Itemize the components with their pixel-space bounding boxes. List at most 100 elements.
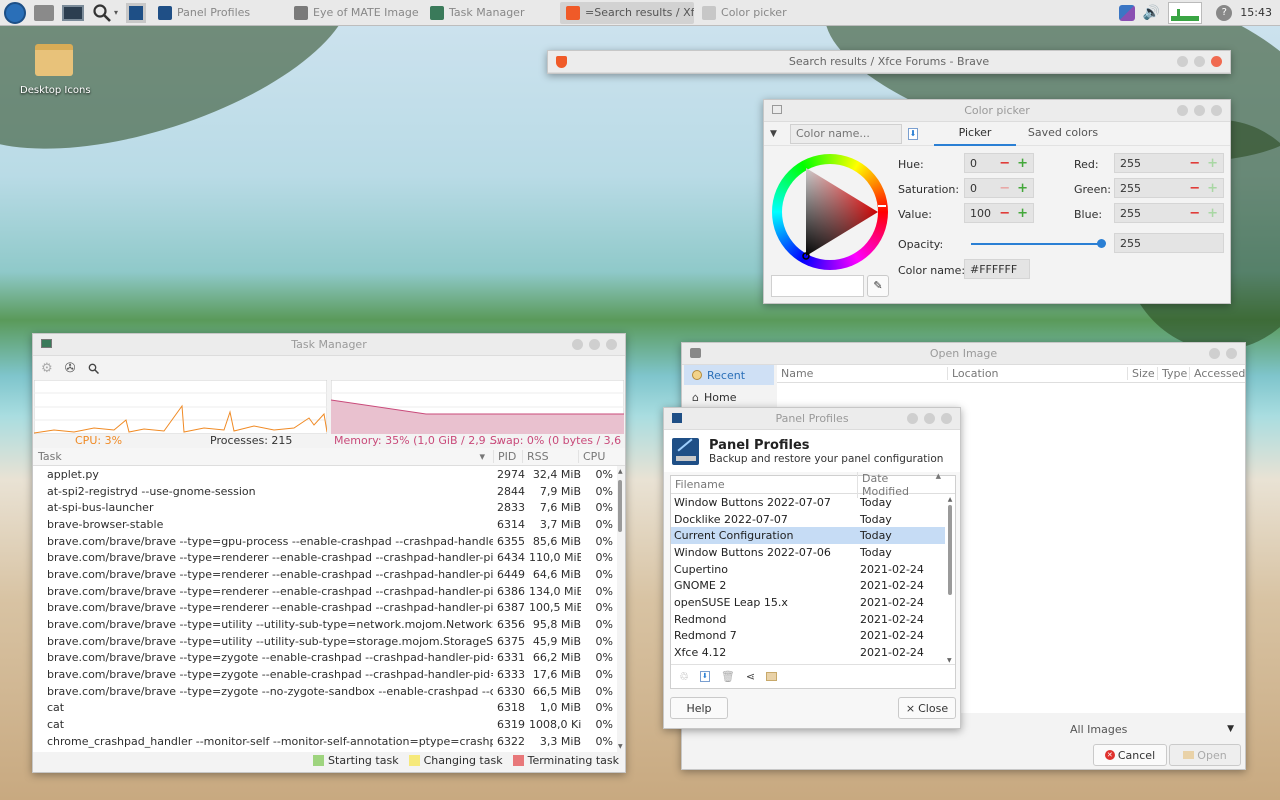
size-column-header[interactable]: Size [1127,367,1157,380]
table-row[interactable]: Current Configuration Today [671,527,945,545]
rss-column-header[interactable]: RSS [522,450,578,463]
taskbar-task-1[interactable]: Eye of MATE Image V... [288,2,422,24]
opacity-slider[interactable] [971,239,1106,248]
close-button[interactable] [1211,56,1222,67]
table-row[interactable]: brave.com/brave/brave --type=zygote --en… [33,666,617,683]
minimize-button[interactable] [572,339,583,350]
share-profile-icon[interactable]: ⋖ [746,670,755,683]
name-column-header[interactable]: Name [777,367,947,380]
saturation-increment[interactable]: + [1017,181,1028,196]
place-recent[interactable]: Recent [684,365,774,385]
save-color-button[interactable]: ⬇ [908,127,918,140]
search-launcher[interactable]: ▾ [88,0,122,26]
table-row[interactable]: openSUSE Leap 15.x 2021-02-24 [671,594,945,611]
cancel-button[interactable]: ✕ Cancel [1093,744,1167,766]
show-desktop-button[interactable] [30,0,58,26]
table-row[interactable]: GNOME 2 2021-02-24 [671,577,945,594]
table-row[interactable]: Redmond 2021-02-24 [671,611,945,628]
taskbar-task-4[interactable]: Color picker [696,2,830,24]
opacity-slider-handle[interactable] [1097,239,1106,248]
type-column-header[interactable]: Type [1157,367,1189,380]
filename-column-header[interactable]: Filename [671,478,857,491]
color-picker-titlebar[interactable]: Color picker [764,100,1230,122]
dropdown-arrow-icon[interactable]: ▼ [770,129,784,139]
maximize-button[interactable] [589,339,600,350]
media-launcher[interactable] [122,0,150,26]
file-type-filter[interactable]: All Images ▼ [1062,719,1242,739]
search-icon[interactable] [88,363,99,374]
minimize-button[interactable] [1177,105,1188,116]
accessed-column-header[interactable]: Accessed [1189,367,1245,380]
table-row[interactable]: cat 6318 1,0 MiB 0% [33,700,617,717]
desktop-icons-folder[interactable]: Desktop Icons [20,44,91,96]
panel-profiles-titlebar[interactable]: Panel Profiles [664,408,960,430]
red-spinbox[interactable]: 255− + [1114,153,1224,173]
maximize-button[interactable] [1194,105,1205,116]
terminal-launcher[interactable] [58,0,88,26]
blue-spinbox[interactable]: 255− + [1114,203,1224,223]
table-row[interactable]: brave.com/brave/brave --type=renderer --… [33,566,617,583]
maximize-button[interactable] [1209,348,1220,359]
settings-gear-icon[interactable]: ⚙ [41,361,53,376]
maximize-button[interactable] [924,413,935,424]
taskbar-task-2[interactable]: Task Manager [424,2,558,24]
table-row[interactable]: at-spi-bus-launcher 2833 7,6 MiB 0% [33,499,617,516]
place-home[interactable]: ⌂ Home [684,387,774,407]
maximize-button[interactable] [1194,56,1205,67]
close-button[interactable] [606,339,617,350]
picker-tab[interactable]: Picker [934,122,1016,146]
table-row[interactable]: brave.com/brave/brave --type=utility --u… [33,616,617,633]
task-column-header[interactable]: Task ▾ [33,450,493,463]
brave-titlebar[interactable]: Search results / Xfce Forums - Brave [548,51,1230,73]
network-tray-button[interactable] [1115,0,1139,26]
table-row[interactable]: brave.com/brave/brave --type=utility --u… [33,633,617,650]
color-wheel[interactable] [772,154,888,270]
minimize-button[interactable] [907,413,918,424]
saturation-decrement[interactable]: − [999,181,1010,196]
green-decrement[interactable]: − [1189,181,1200,196]
clock[interactable]: 15:43 [1236,6,1280,19]
value-decrement[interactable]: − [999,206,1010,221]
red-decrement[interactable]: − [1189,156,1200,171]
table-row[interactable]: brave.com/brave/brave --type=gpu-process… [33,533,617,550]
taskbar-task-0[interactable]: Panel Profiles [152,2,286,24]
green-spinbox[interactable]: 255− + [1114,178,1224,198]
table-row[interactable]: brave-browser-stable 6314 3,7 MiB 0% [33,516,617,533]
taskbar-task-3[interactable]: =Search results / Xfce... [560,1,695,24]
value-spinbox[interactable]: 100− + [964,203,1034,223]
table-row[interactable]: Docklike 2022-07-07 Today [671,511,945,528]
pid-column-header[interactable]: PID [493,450,522,463]
help-tray-button[interactable]: ? [1206,0,1236,26]
scrollbar-thumb[interactable] [948,505,952,595]
table-row[interactable]: brave.com/brave/brave --type=zygote --en… [33,650,617,667]
value-increment[interactable]: + [1017,206,1028,221]
profiles-scrollbar[interactable]: ▲ ▼ [946,496,954,664]
delete-profile-icon[interactable]: 🗑 [721,670,735,683]
table-row[interactable]: at-spi2-registryd --use-gnome-session 284… [33,483,617,500]
table-row[interactable]: applet.py 2974 32,4 MiB 0% [33,466,617,483]
table-row[interactable]: brave.com/brave/brave --type=renderer --… [33,583,617,600]
table-row[interactable]: chrome_crashpad_handler --monitor-self -… [33,733,617,750]
close-button[interactable] [1226,348,1237,359]
blue-decrement[interactable]: − [1189,206,1200,221]
open-button[interactable]: Open [1169,744,1241,766]
hue-decrement[interactable]: − [999,156,1010,171]
table-row[interactable]: Window Buttons 2022-07-06 Today [671,544,945,561]
import-folder-icon[interactable] [766,672,778,681]
table-row[interactable]: Xfce 4.12 2021-02-24 [671,644,945,661]
location-column-header[interactable]: Location [947,367,1127,380]
table-row[interactable]: brave.com/brave/brave --type=renderer --… [33,600,617,617]
table-row[interactable]: brave.com/brave/brave --type=zygote --no… [33,683,617,700]
close-button[interactable]: × Close [898,697,956,719]
table-row[interactable]: brave.com/brave/brave --type=renderer --… [33,549,617,566]
saturation-spinbox[interactable]: 0− + [964,178,1034,198]
minimize-button[interactable] [1177,56,1188,67]
table-row[interactable]: Redmond 7 2021-02-24 [671,628,945,645]
opacity-field[interactable]: 255 [1114,233,1224,253]
close-button[interactable] [941,413,952,424]
green-increment[interactable]: + [1207,181,1218,196]
help-button[interactable]: Help [670,697,728,719]
export-profile-icon[interactable]: ⬇ [699,671,710,682]
table-row[interactable]: cat 6319 1008,0 KiB 0% [33,716,617,733]
saturation-value-triangle[interactable] [772,154,888,270]
